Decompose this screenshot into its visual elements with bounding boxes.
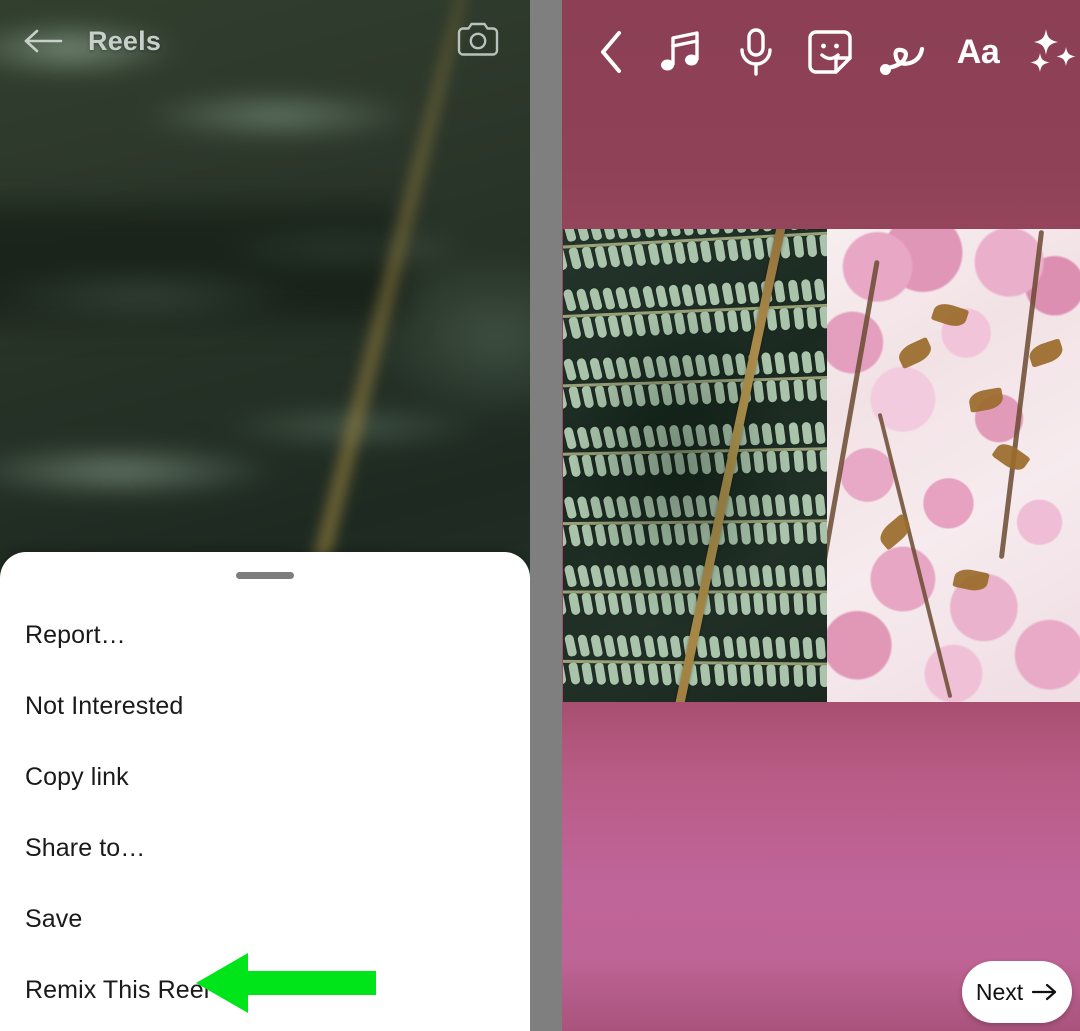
reels-topbar: Reels [0,0,530,82]
sheet-item-label: Report… [25,621,126,649]
text-aa-icon[interactable]: Aa [946,20,1010,84]
sheet-item-save[interactable]: Save [0,884,530,955]
sheet-item-not-interested[interactable]: Not Interested [0,671,530,742]
sheet-item-remix-this-reel[interactable]: Remix This Reel [0,955,530,1026]
back-arrow-icon[interactable] [12,10,74,72]
screenshot-root: Reels Report… Not Interested Copy link S… [0,0,1080,1031]
panel-divider [530,0,562,1031]
sheet-item-copy-link[interactable]: Copy link [0,742,530,813]
fern-clip-thumbnail[interactable] [563,229,827,702]
camera-icon[interactable] [448,10,508,70]
reels-viewer-panel: Reels Report… Not Interested Copy link S… [0,0,530,1031]
sparkles-effects-icon[interactable] [1020,20,1080,84]
clip-strip [563,229,1080,702]
next-button[interactable]: Next [962,961,1072,1023]
sheet-item-share-to[interactable]: Share to… [0,813,530,884]
sheet-item-label: Not Interested [25,692,184,720]
sheet-item-report[interactable]: Report… [0,600,530,671]
next-button-label: Next [975,978,1024,1005]
microphone-icon[interactable] [724,20,788,84]
music-note-icon[interactable] [650,20,714,84]
reel-editor-panel: Aa Next [562,0,1080,1031]
sheet-item-label: Remix This Reel [25,976,210,1004]
sheet-item-label: Save [25,905,83,933]
page-title: Reels [88,25,162,56]
arrow-right-icon [1032,983,1057,1001]
editor-toolbar: Aa [562,0,1080,104]
drag-handle[interactable] [236,572,294,579]
sheet-item-label: Share to… [25,834,146,862]
sheet-item-label: Copy link [25,763,129,791]
options-list: Report… Not Interested Copy link Share t… [0,600,530,1026]
sticker-smiley-icon[interactable] [798,20,862,84]
cherry-blossom-clip-thumbnail[interactable] [827,229,1080,702]
back-chevron-icon[interactable] [584,24,640,80]
options-bottom-sheet: Report… Not Interested Copy link Share t… [0,552,530,1031]
squiggle-draw-icon[interactable] [872,20,936,84]
